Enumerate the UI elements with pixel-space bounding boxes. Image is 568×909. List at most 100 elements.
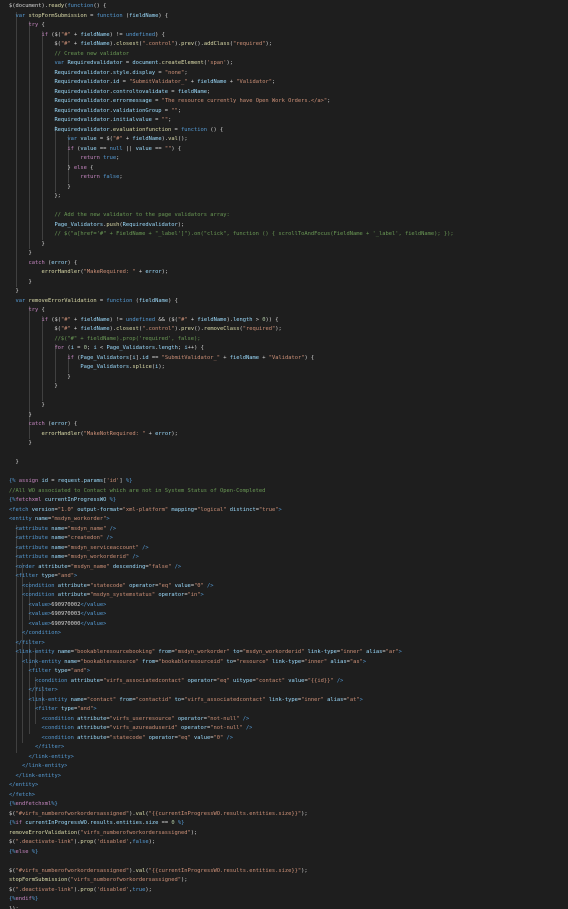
code-line[interactable]: }	[9, 439, 31, 449]
code-line[interactable]: <condition attribute="msdyn_systemstatus…	[9, 591, 204, 601]
code-line[interactable]: Page_Validators.push(Requiredvalidator);	[9, 221, 184, 231]
code-line[interactable]: <condition attribute="virfs_userresource…	[9, 715, 249, 725]
code-line[interactable]: for (i = 0; i < Page_Validators.length; …	[9, 344, 203, 354]
code-line[interactable]: {%fetchxml currentInProgressWO %}	[9, 496, 116, 506]
code-line[interactable]: try {	[9, 21, 44, 31]
code-line[interactable]: <link-entity name="bookableresourcebooki…	[9, 648, 401, 658]
code-line[interactable]: if (Page_Validators[i].id == "SubmitVali…	[9, 354, 314, 364]
code-token: "virfs_associatedcontact"	[103, 677, 185, 684]
code-line[interactable]	[9, 857, 12, 867]
code-line[interactable]: {%else %}	[9, 848, 38, 858]
code-line[interactable]: Requiredvalidator.initialvalue = "";	[9, 116, 171, 126]
code-line[interactable]: <value>690970003</value>	[9, 610, 106, 620]
code-line[interactable]: Requiredvalidator.style.display = "none"…	[9, 69, 187, 79]
code-line[interactable]: <value>690970000</value>	[9, 620, 106, 630]
code-line[interactable]: }	[9, 401, 44, 411]
code-line[interactable]: catch (error) {	[9, 259, 77, 269]
code-line[interactable]: {%endif%}	[9, 895, 38, 905]
code-line[interactable]: </fetch>	[9, 791, 35, 801]
code-line[interactable]	[9, 468, 12, 478]
code-line[interactable]: $(".deactivate-link").prop('disabled',tr…	[9, 886, 152, 896]
code-token: "bookableresourcebooking"	[73, 649, 156, 655]
code-line[interactable]: errorHandler("MakeRequired: " + error);	[9, 268, 168, 278]
code-line[interactable]: }	[9, 287, 18, 297]
code-line[interactable]: var Requiredvalidator = document.createE…	[9, 59, 233, 69]
code-line[interactable]: <order attribute="msdyn_name" descending…	[9, 563, 181, 573]
code-line[interactable]: });	[9, 905, 19, 909]
code-line[interactable]: if ($("#" + fieldName) != undefined && (…	[9, 316, 278, 326]
code-line[interactable]: {%endfetchxml%}	[9, 800, 58, 810]
code-line[interactable]: <entity name="msdyn_workorder">	[9, 515, 110, 525]
code-line[interactable]: $("#virfs_numberofworkordersassigned").v…	[9, 867, 308, 877]
code-line[interactable]: } else {	[9, 164, 93, 174]
code-line[interactable]: <attribute name="msdyn_name" />	[9, 525, 116, 535]
code-line[interactable]: </link-entity>	[9, 762, 67, 772]
code-line[interactable]: // Create new validator	[9, 50, 129, 60]
code-line[interactable]: Requiredvalidator.validationGroup = "";	[9, 107, 181, 117]
code-line[interactable]: if (value == null || value == "") {	[9, 145, 181, 155]
code-line[interactable]: // Add the new validator to the page val…	[9, 211, 229, 221]
code-line[interactable]: </filter>	[9, 639, 44, 649]
code-line[interactable]: Requiredvalidator.id = "SubmitValidator_…	[9, 78, 275, 88]
code-line[interactable]: <condition attribute="virfs_associatedco…	[9, 677, 343, 687]
code-line[interactable]: }	[9, 240, 44, 250]
code-line[interactable]: Requiredvalidator.errormessage = "The re…	[9, 97, 330, 107]
code-line[interactable]: </condition>	[9, 629, 61, 639]
code-line[interactable]	[9, 202, 12, 212]
code-line[interactable]: return true;	[9, 154, 119, 164]
code-line[interactable]: <filter type="and">	[9, 705, 97, 715]
code-line[interactable]: Requiredvalidator.controltovalidate = fi…	[9, 88, 210, 98]
code-line[interactable]: }	[9, 373, 70, 383]
code-line[interactable]: }	[9, 183, 70, 193]
code-token: };	[9, 193, 61, 199]
code-line[interactable]: $(document).ready(function() {	[9, 2, 106, 12]
code-line[interactable]: <attribute name="createdon" />	[9, 534, 112, 544]
code-line[interactable]: //$("#" + fieldName).prop('required', fa…	[9, 335, 200, 345]
code-line[interactable]	[9, 392, 12, 402]
code-line[interactable]: <attribute name="msdyn_serviceaccount" /…	[9, 544, 148, 554]
code-line[interactable]: <condition attribute="statecode" operato…	[9, 734, 233, 744]
code-line[interactable]: if ($("#" + fieldName) != undefined) {	[9, 31, 164, 41]
code-line[interactable]: <value>690970002</value>	[9, 601, 106, 611]
code-line[interactable]: <attribute name="msdyn_workorderid" />	[9, 553, 138, 563]
code-line[interactable]: </entity>	[9, 781, 38, 791]
code-line[interactable]: // $("a[href='#" + FieldName + "_label']…	[9, 230, 453, 240]
code-line[interactable]: return false;	[9, 173, 122, 183]
code-line[interactable]: $("#virfs_numberofworkordersassigned").v…	[9, 810, 308, 820]
code-line[interactable]: <condition attribute="virfs_azureaduseri…	[9, 724, 252, 734]
code-line[interactable]: }	[9, 278, 31, 288]
code-line[interactable]	[9, 449, 12, 459]
code-line[interactable]: $("#" + fieldName).closest(".control").p…	[9, 325, 281, 335]
code-line[interactable]: catch (error) {	[9, 420, 77, 430]
code-editor[interactable]: $(document).ready(function() { var stopF…	[0, 0, 568, 909]
code-line[interactable]: <filter type="and">	[9, 572, 77, 582]
code-line[interactable]: </filter>	[9, 686, 57, 696]
code-line[interactable]: var stopFormSubmission = function (field…	[9, 12, 169, 22]
code-line[interactable]: </link-entity>	[9, 753, 73, 763]
code-line[interactable]: <filter type="and">	[9, 667, 90, 677]
code-line[interactable]: $("#" + fieldName).closest(".control").p…	[9, 40, 272, 50]
code-line[interactable]: var removeErrorValidation = function (fi…	[9, 297, 178, 307]
code-line[interactable]: stopFormSubmission("virfs_numberofworkor…	[9, 876, 188, 886]
code-line[interactable]: var value = $("#" + fieldName).val();	[9, 135, 187, 145]
code-line[interactable]: {% assign id = request.params['id'] %}	[9, 477, 132, 487]
code-line[interactable]: Page_Validators.splice(i);	[9, 363, 164, 373]
code-line[interactable]: </filter>	[9, 743, 64, 753]
code-line[interactable]: errorHandler("MakeNotRequired: " + error…	[9, 430, 177, 440]
code-line[interactable]: }	[9, 249, 31, 259]
code-line[interactable]: {%if currentInProgressWO.results.entitie…	[9, 819, 184, 829]
code-line[interactable]: try {	[9, 306, 44, 316]
code-line[interactable]: <link-entity name="contact" from="contac…	[9, 696, 362, 706]
code-line[interactable]: //All WO associated to Contact which are…	[9, 487, 265, 497]
code-line[interactable]: <condition attribute="statecode" operato…	[9, 582, 214, 592]
code-line[interactable]: Requiredvalidator.evaluationfunction = f…	[9, 126, 223, 136]
code-line[interactable]: }	[9, 382, 57, 392]
code-line[interactable]: <fetch version="1.0" output-format="xml-…	[9, 506, 282, 516]
code-line[interactable]: }	[9, 411, 31, 421]
code-line[interactable]: }	[9, 458, 18, 468]
code-line[interactable]: $(".deactivate-link").prop('disabled',fa…	[9, 838, 155, 848]
code-line[interactable]: </link-entity>	[9, 772, 60, 782]
code-line[interactable]: removeErrorValidation("virfs_numberofwor…	[9, 829, 197, 839]
code-line[interactable]: <link-entity name="bookableresource" fro…	[9, 658, 366, 668]
code-line[interactable]: };	[9, 192, 61, 202]
